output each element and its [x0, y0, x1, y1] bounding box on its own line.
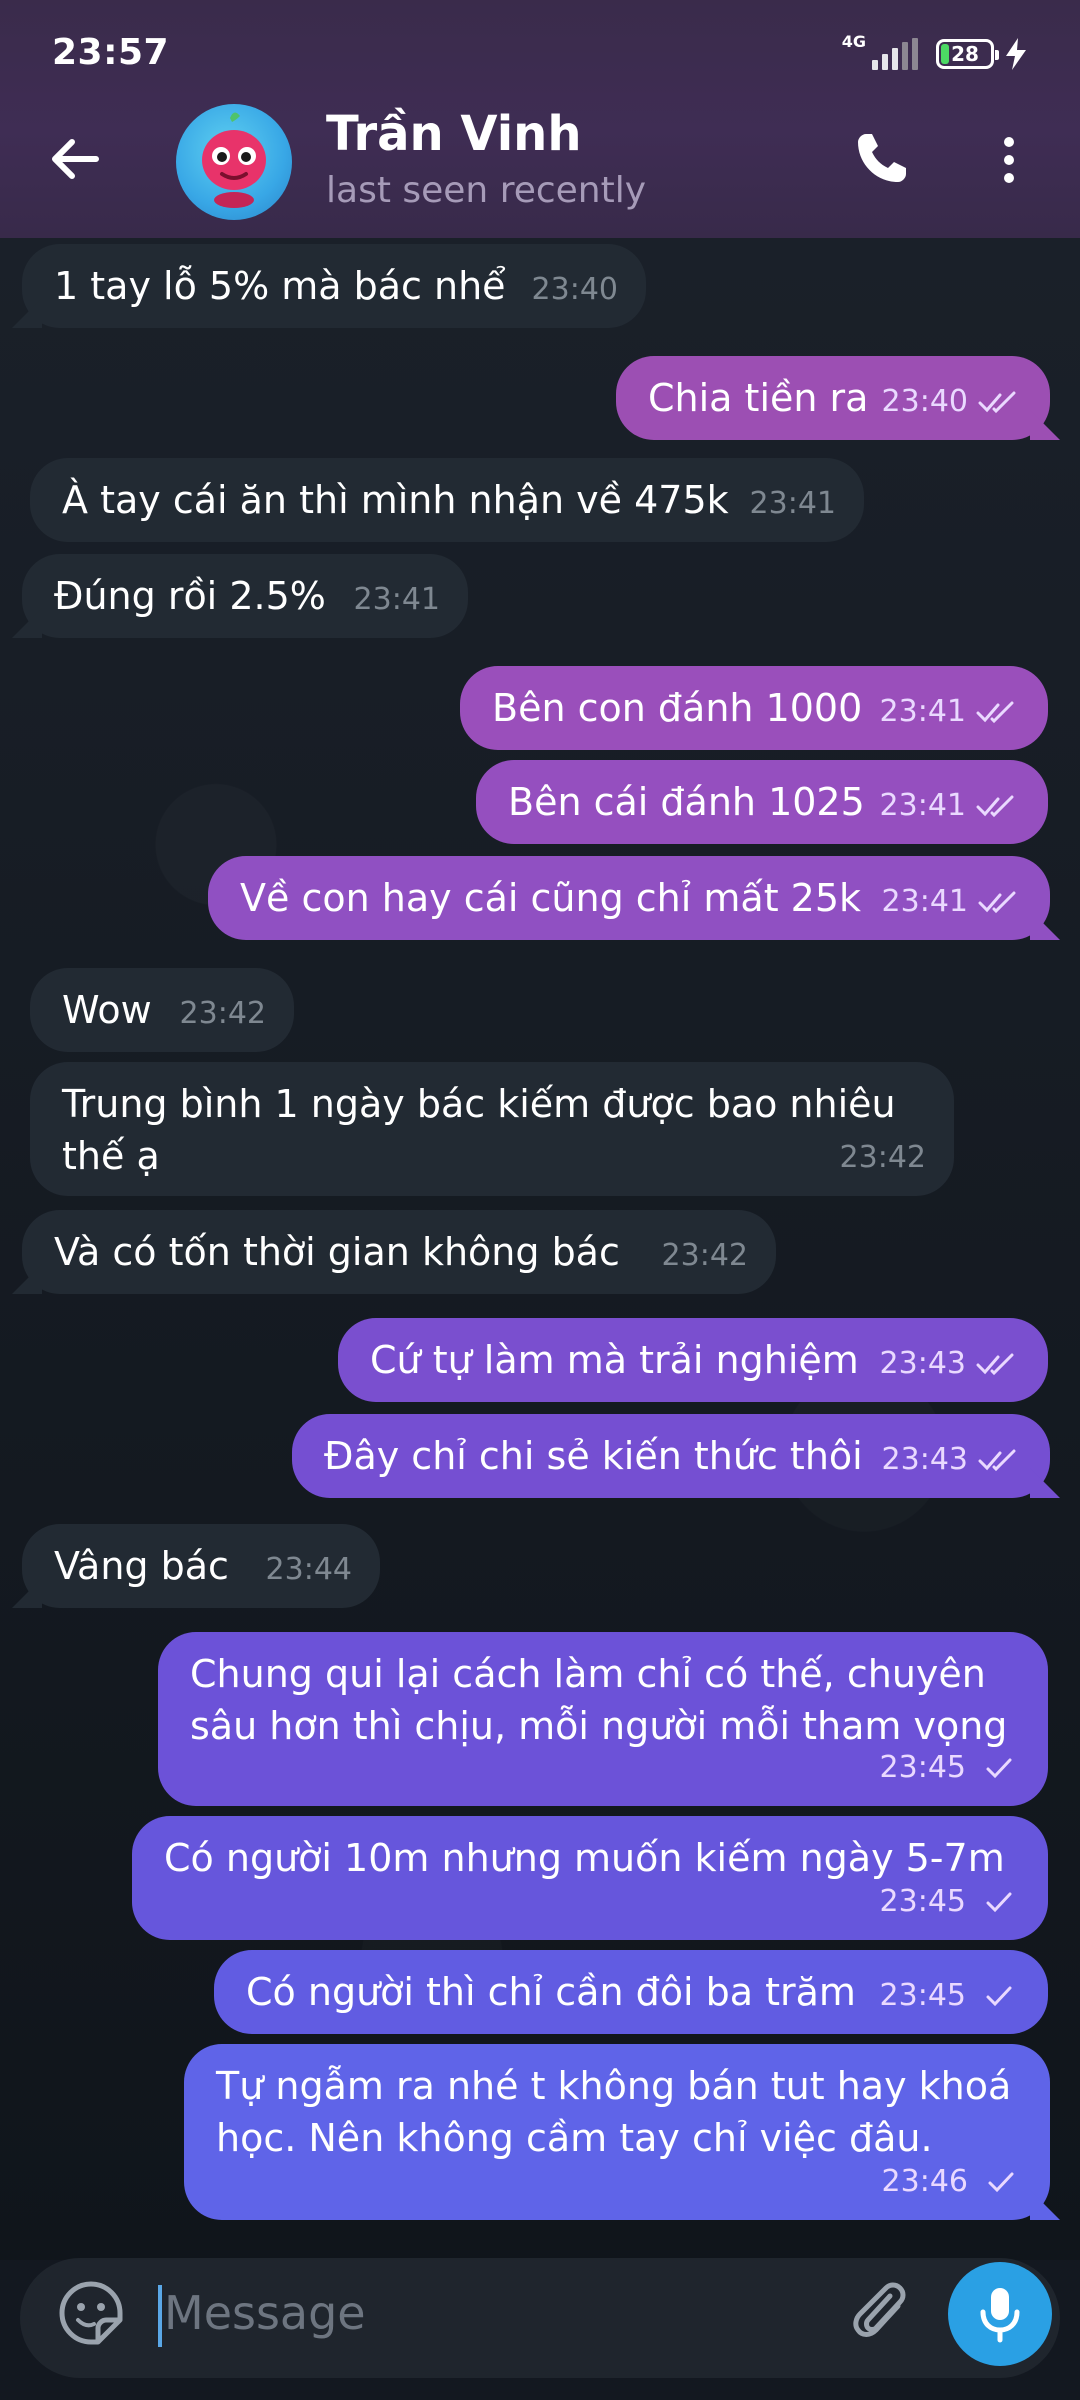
message-text: Trung bình 1 ngày bác kiếm được bao nhiê…: [62, 1082, 896, 1178]
message-time: 23:41: [353, 582, 440, 617]
message-time: 23:44: [265, 1552, 352, 1587]
message-outgoing[interactable]: Bên con đánh 1000 23:41: [460, 666, 1048, 750]
message-time: 23:40: [881, 384, 968, 419]
message-outgoing[interactable]: Về con hay cái cũng chỉ mất 25k 23:41: [208, 856, 1050, 940]
single-check-icon: [986, 1986, 1012, 2007]
message-incoming[interactable]: Đúng rồi 2.5% 23:41: [22, 554, 468, 638]
charging-icon: [1006, 38, 1026, 70]
message-time: 23:41: [879, 694, 966, 729]
message-text: Về con hay cái cũng chỉ mất 25k: [240, 876, 862, 920]
paperclip-icon[interactable]: [852, 2280, 912, 2346]
message-outgoing[interactable]: Tự ngẫm ra nhé t không bán tut hay khoá …: [184, 2044, 1050, 2220]
message-time: 23:43: [879, 1346, 966, 1381]
single-check-icon: [988, 2172, 1014, 2193]
contact-status: last seen recently: [326, 170, 647, 211]
network-type: 4G: [841, 32, 866, 51]
single-check-icon: [986, 1758, 1012, 1779]
message-incoming[interactable]: Wow 23:42: [30, 968, 294, 1052]
double-check-icon: [978, 391, 1016, 414]
message-outgoing[interactable]: Chia tiền ra 23:40: [616, 356, 1050, 440]
double-check-icon: [978, 1449, 1016, 1472]
message-text: Bên cái đánh 1025: [508, 780, 865, 824]
back-arrow-icon[interactable]: [46, 130, 104, 188]
message-time: 23:41: [749, 486, 836, 521]
double-check-icon: [976, 1353, 1014, 1376]
status-time: 23:57: [52, 32, 170, 73]
message-time: 23:41: [881, 884, 968, 919]
message-incoming[interactable]: 1 tay lỗ 5% mà bác nhể 23:40: [22, 244, 646, 328]
double-check-icon: [976, 795, 1014, 818]
message-time: 23:42: [661, 1238, 748, 1273]
contact-name[interactable]: Trần Vinh: [326, 106, 582, 162]
message-outgoing[interactable]: Cứ tự làm mà trải nghiệm 23:43: [338, 1318, 1048, 1402]
message-text: Và có tốn thời gian không bác: [54, 1230, 620, 1274]
signal-icon: [872, 38, 918, 70]
single-check-icon: [986, 1892, 1012, 1913]
status-icons: 4G 28: [842, 32, 1028, 76]
microphone-icon: [980, 2288, 1020, 2343]
message-text: Cứ tự làm mà trải nghiệm: [370, 1338, 859, 1382]
message-text: Tự ngẫm ra nhé t không bán tut hay khoá …: [216, 2064, 1012, 2160]
text-cursor: [158, 2285, 162, 2347]
message-incoming[interactable]: À tay cái ăn thì mình nhận về 475k 23:41: [30, 458, 864, 542]
message-time: 23:45: [879, 1884, 966, 1919]
message-time: 23:40: [531, 272, 618, 307]
message-text: Có người thì chỉ cần đôi ba trăm: [246, 1970, 856, 2014]
message-outgoing[interactable]: Có người 10m nhưng muốn kiếm ngày 5-7m 2…: [132, 1816, 1048, 1940]
message-time: 23:41: [879, 788, 966, 823]
message-text: Chung qui lại cách làm chỉ có thế, chuyê…: [190, 1652, 1008, 1748]
chat-header: 23:57 4G 28 Trần Vinh last seen recently: [0, 0, 1080, 238]
more-vertical-icon[interactable]: [994, 130, 1024, 190]
message-text: Chia tiền ra: [648, 376, 869, 420]
battery-level: 28: [951, 42, 979, 66]
message-time: 23:45: [879, 1978, 966, 2013]
message-time: 23:43: [881, 1442, 968, 1477]
message-incoming[interactable]: Và có tốn thời gian không bác 23:42: [22, 1210, 776, 1294]
message-text: Bên con đánh 1000: [492, 686, 863, 730]
message-time: 23:46: [881, 2164, 968, 2199]
message-incoming[interactable]: Trung bình 1 ngày bác kiếm được bao nhiê…: [30, 1062, 954, 1196]
message-time: 23:42: [179, 996, 266, 1031]
message-outgoing[interactable]: Chung qui lại cách làm chỉ có thế, chuyê…: [158, 1632, 1048, 1806]
message-time: 23:42: [839, 1140, 926, 1175]
message-text: À tay cái ăn thì mình nhận về 475k: [62, 478, 729, 522]
message-text: Đây chỉ chi sẻ kiến thức thôi: [324, 1434, 863, 1478]
message-time: 23:45: [879, 1750, 966, 1785]
phone-icon[interactable]: [852, 128, 912, 188]
message-incoming[interactable]: Vâng bác 23:44: [22, 1524, 380, 1608]
message-text: Wow: [62, 988, 152, 1032]
message-outgoing[interactable]: Đây chỉ chi sẻ kiến thức thôi 23:43: [292, 1414, 1050, 1498]
avatar[interactable]: [176, 104, 292, 220]
message-text: Có người 10m nhưng muốn kiếm ngày 5-7m: [164, 1836, 1005, 1880]
message-text: Vâng bác: [54, 1544, 229, 1588]
message-outgoing[interactable]: Bên cái đánh 1025 23:41: [476, 760, 1048, 844]
message-text: 1 tay lỗ 5% mà bác nhể: [54, 264, 506, 308]
double-check-icon: [976, 701, 1014, 724]
sticker-emoji-icon[interactable]: [58, 2280, 124, 2346]
message-text: Đúng rồi 2.5%: [54, 574, 326, 618]
battery-icon: 28: [936, 39, 999, 69]
avatar-character-icon: [202, 112, 266, 208]
message-input[interactable]: Message: [164, 2286, 366, 2340]
microphone-button[interactable]: [948, 2262, 1052, 2366]
double-check-icon: [978, 891, 1016, 914]
message-outgoing[interactable]: Có người thì chỉ cần đôi ba trăm 23:45: [214, 1950, 1048, 2034]
